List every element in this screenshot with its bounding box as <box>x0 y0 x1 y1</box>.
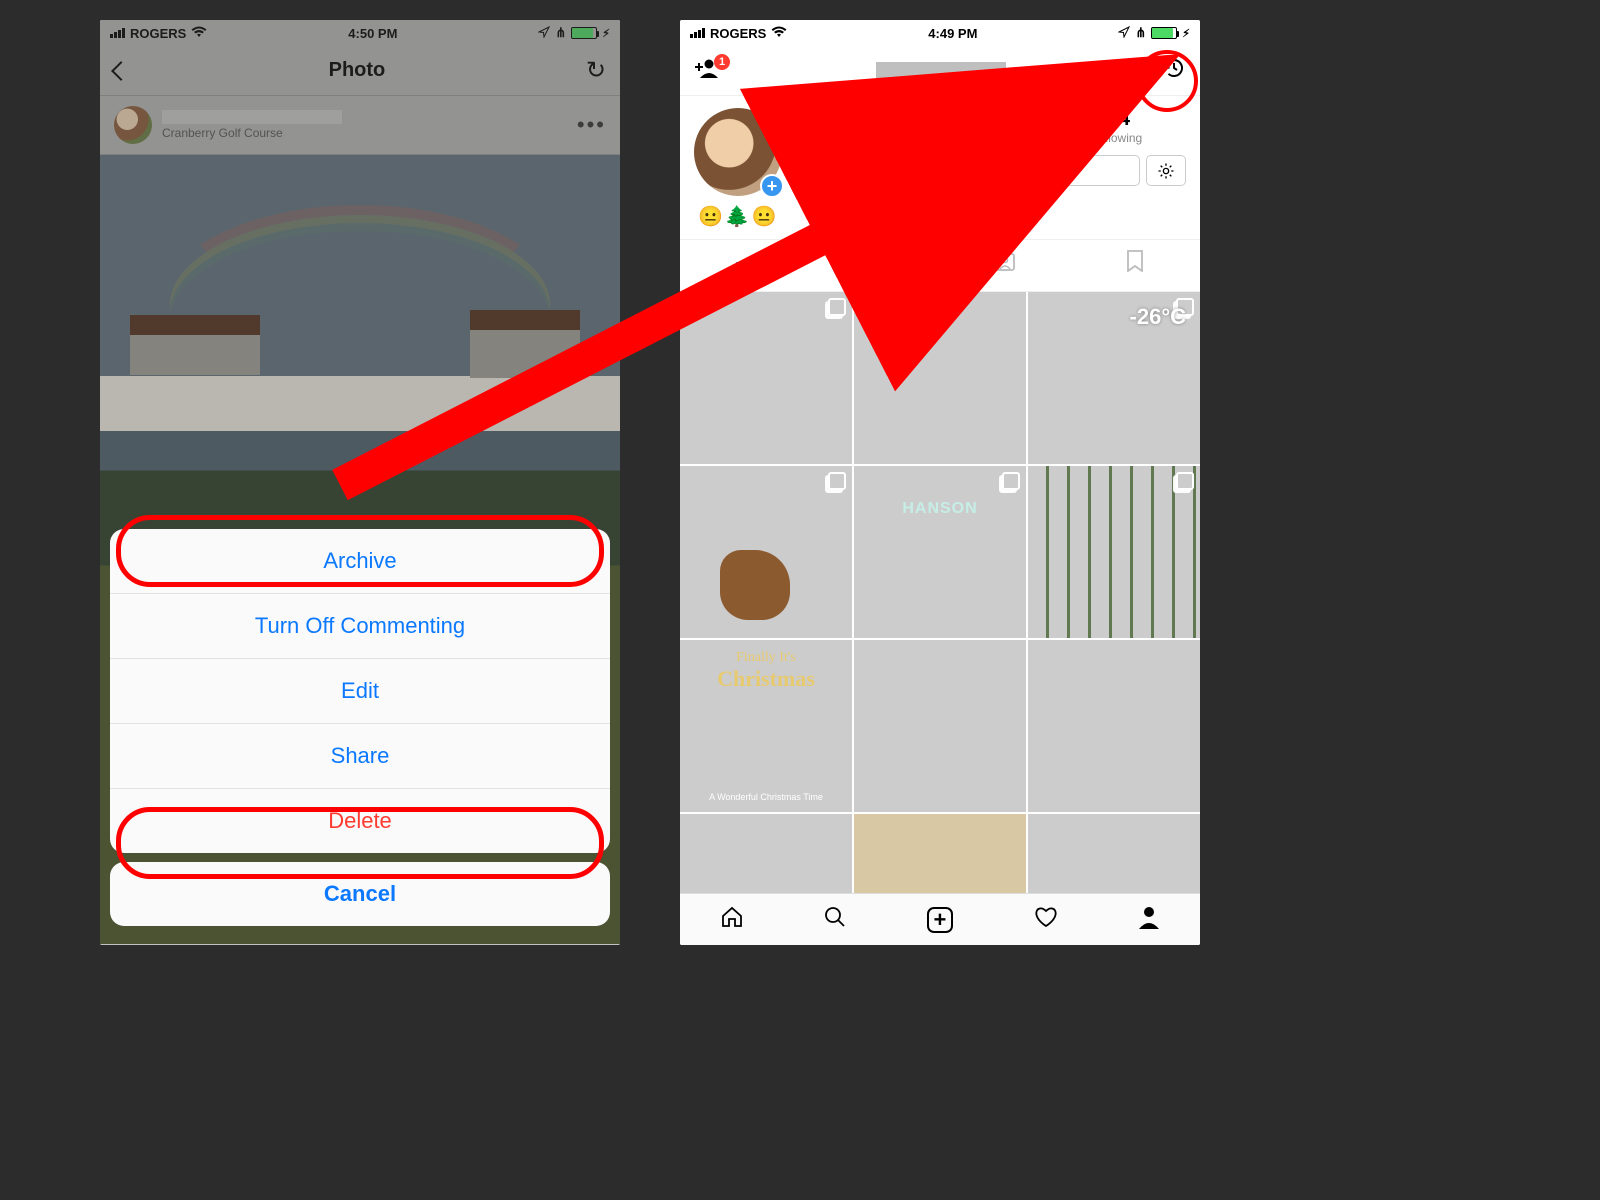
clock: 4:49 PM <box>928 26 977 41</box>
settings-button[interactable] <box>1146 155 1186 186</box>
list-icon <box>864 250 886 268</box>
multi-photo-icon <box>828 298 846 316</box>
new-post-tab[interactable]: + <box>927 907 953 933</box>
grid-post[interactable] <box>854 640 1026 812</box>
notification-badge: 1 <box>714 54 730 70</box>
profile-username-redacted <box>876 62 1006 80</box>
battery-icon <box>1151 27 1177 39</box>
tab-grid[interactable] <box>680 240 810 291</box>
archive-option[interactable]: Archive <box>110 529 610 594</box>
profile-tabs <box>680 239 1200 292</box>
edit-profile-button[interactable]: Edit Profile <box>796 155 1140 186</box>
multi-photo-icon <box>828 472 846 490</box>
grid-post[interactable]: -26°C <box>1028 292 1200 464</box>
grid-post[interactable]: HANSON <box>854 466 1026 638</box>
discover-people-button[interactable]: 1 <box>694 58 720 84</box>
status-bar: ROGERS 4:49 PM ⋔ ⚡︎ <box>680 20 1200 46</box>
share-option[interactable]: Share <box>110 724 610 789</box>
profile-bio: 😐🌲😐 <box>680 200 1200 239</box>
right-screenshot: ROGERS 4:49 PM ⋔ ⚡︎ 1 <box>680 20 1200 945</box>
posts-stat[interactable]: 396 posts <box>840 108 873 145</box>
wifi-icon <box>771 25 787 41</box>
location-services-icon <box>1118 26 1130 41</box>
turn-off-commenting-option[interactable]: Turn Off Commenting <box>110 594 610 659</box>
followers-stat[interactable]: 48 followers <box>961 108 1008 145</box>
profile-avatar[interactable]: + <box>694 108 782 196</box>
multi-photo-icon <box>1176 472 1194 490</box>
archive-history-button[interactable] <box>1162 56 1186 86</box>
charging-icon: ⚡︎ <box>1182 27 1190 40</box>
signal-icon <box>690 28 705 38</box>
posts-grid: -26°C HANSON Finally It's Christmas A Wo… <box>680 292 1200 945</box>
profile-header: + 396 posts 48 followers 24 following Ed… <box>680 96 1200 200</box>
grid-post[interactable]: Finally It's Christmas A Wonderful Chris… <box>680 640 852 812</box>
profile-top-bar: 1 <box>680 46 1200 96</box>
delete-option[interactable]: Delete <box>110 789 610 853</box>
add-story-button[interactable]: + <box>760 174 784 198</box>
search-tab[interactable] <box>823 905 847 935</box>
bluetooth-icon: ⋔ <box>1135 25 1146 41</box>
cancel-button[interactable]: Cancel <box>110 862 610 926</box>
home-tab[interactable] <box>720 905 744 935</box>
tab-saved[interactable] <box>1070 240 1200 291</box>
bookmark-icon <box>1126 250 1144 272</box>
multi-photo-icon <box>1002 472 1020 490</box>
grid-post[interactable] <box>1028 640 1200 812</box>
grid-post[interactable] <box>680 292 852 464</box>
grid-post[interactable] <box>1028 466 1200 638</box>
carrier-label: ROGERS <box>710 26 766 41</box>
grid-post[interactable] <box>680 466 852 638</box>
tab-tagged[interactable] <box>940 240 1070 291</box>
bottom-tab-bar: + <box>680 893 1200 945</box>
tab-list[interactable] <box>810 240 940 291</box>
tagged-icon <box>994 250 1016 272</box>
left-screenshot: ROGERS 4:50 PM ⋔ ⚡︎ Photo ↻ Cranberry Go… <box>100 20 620 945</box>
grid-icon <box>736 262 755 281</box>
following-stat[interactable]: 24 following <box>1096 108 1143 145</box>
grid-post[interactable] <box>854 292 1026 464</box>
action-sheet: Archive Turn Off Commenting Edit Share D… <box>110 529 610 935</box>
profile-tab[interactable] <box>1138 905 1160 935</box>
edit-option[interactable]: Edit <box>110 659 610 724</box>
activity-tab[interactable] <box>1033 905 1059 935</box>
